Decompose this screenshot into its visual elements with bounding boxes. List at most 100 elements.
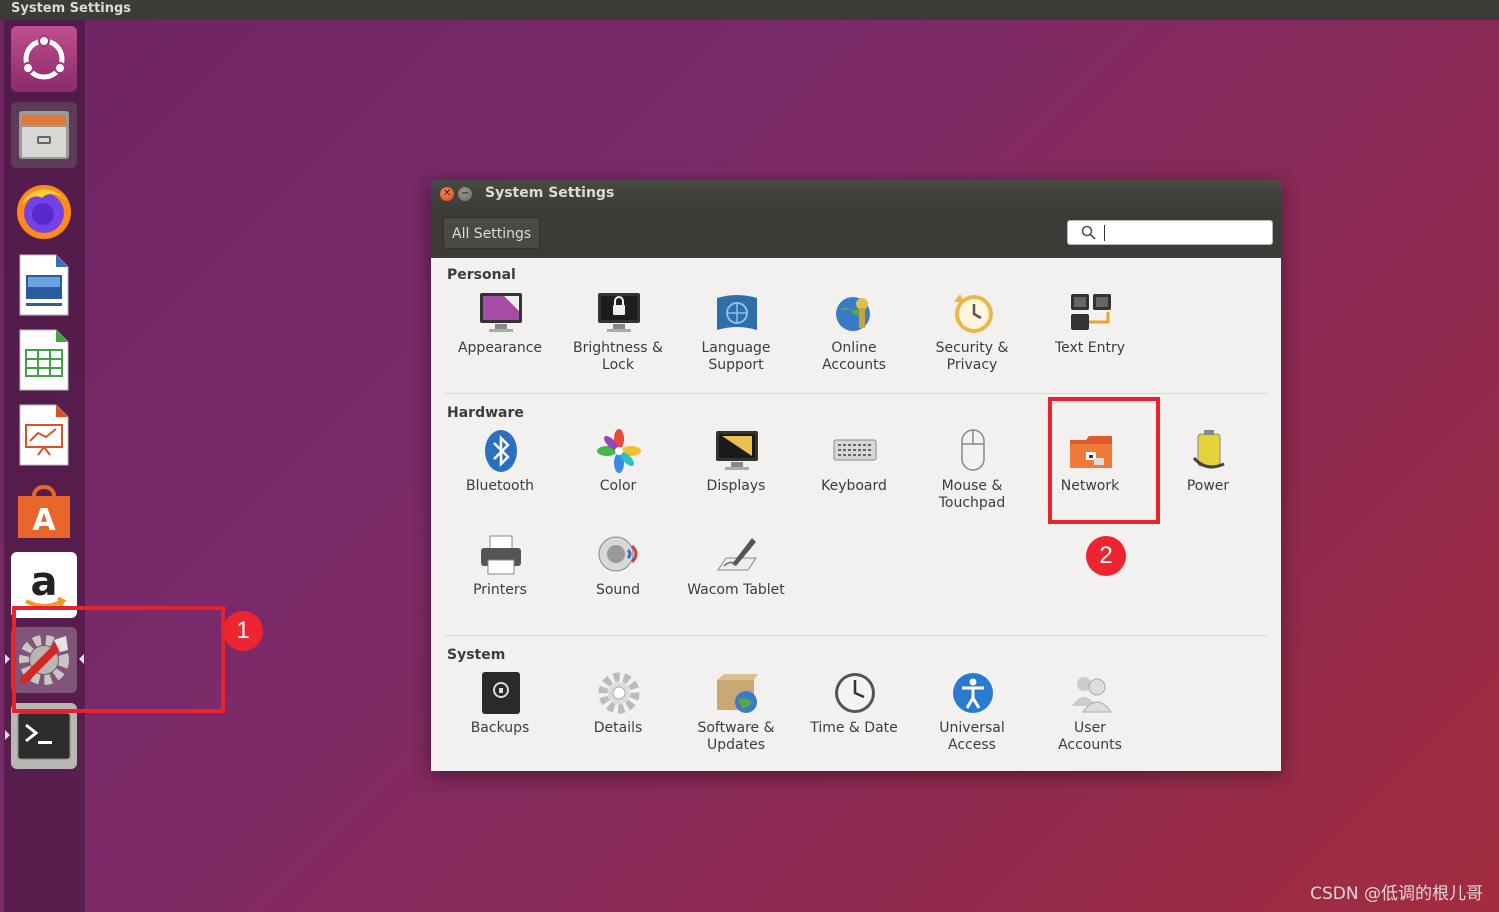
launcher-files[interactable] <box>11 102 77 168</box>
svg-text:a: a <box>31 559 58 605</box>
clock-icon <box>835 673 875 713</box>
label-line1: Color <box>599 478 637 494</box>
section-divider <box>445 635 1267 636</box>
settings-item-brightness-lock[interactable]: Brightness & Lock <box>559 290 677 386</box>
label-line2: Updates <box>707 737 765 753</box>
window-titlebar[interactable]: ✕ − System Settings <box>431 180 1281 208</box>
minimize-icon: − <box>460 188 470 199</box>
settings-item-bluetooth[interactable]: Bluetooth <box>441 428 559 524</box>
files-icon <box>19 111 69 159</box>
label-line1: Bluetooth <box>466 478 534 494</box>
top-panel: System Settings <box>0 0 1499 20</box>
launcher-impress[interactable] <box>11 402 77 468</box>
online-accounts-icon <box>836 297 870 331</box>
svg-text:A: A <box>32 503 56 538</box>
section-system-title: System <box>447 647 506 663</box>
search-input[interactable] <box>1067 220 1273 245</box>
keyboard-icon <box>833 439 877 461</box>
writer-icon <box>19 254 69 316</box>
window-title: System Settings <box>485 185 615 201</box>
settings-item-printers[interactable]: Printers <box>441 532 559 628</box>
all-settings-button[interactable]: All Settings <box>443 217 541 249</box>
label-line1: Text Entry <box>1054 340 1125 356</box>
label-line1: Sound <box>595 582 641 598</box>
settings-item-color[interactable]: Color <box>559 428 677 524</box>
displays-icon <box>716 431 758 470</box>
annotation-number-2: 2 <box>1086 536 1126 576</box>
mouse-icon <box>961 429 985 471</box>
settings-item-sound[interactable]: Sound <box>559 532 677 628</box>
settings-item-displays[interactable]: Displays <box>677 428 795 524</box>
running-indicator-left <box>5 654 10 664</box>
launcher: A a <box>4 20 86 912</box>
label-line1: Mouse & <box>941 478 1003 494</box>
calc-icon <box>19 329 69 391</box>
annotation-box-1 <box>12 606 225 713</box>
printer-icon <box>481 535 521 575</box>
label-line1: User <box>1074 720 1106 736</box>
settings-item-online-accounts[interactable]: Online Accounts <box>795 290 913 386</box>
settings-item-text-entry[interactable]: Text Entry <box>1031 290 1149 386</box>
user-accounts-icon <box>1072 677 1112 713</box>
running-indicator-left-terminal <box>5 730 10 740</box>
launcher-ubuntu-dash[interactable] <box>11 26 77 92</box>
label-line1: Time & Date <box>810 720 898 736</box>
label-line1: Brightness & <box>573 340 663 356</box>
launcher-calc[interactable] <box>11 327 77 393</box>
sound-icon <box>598 536 638 572</box>
label-line2: Lock <box>602 357 634 373</box>
label-line1: Backups <box>470 720 530 736</box>
settings-item-universal-access[interactable]: Universal Access <box>913 670 1031 766</box>
label-line1: Online <box>831 340 877 356</box>
label-line1: Appearance <box>457 340 543 356</box>
annotation-number-1: 1 <box>223 611 263 651</box>
text-caret <box>1104 225 1105 241</box>
settings-item-power[interactable]: Power <box>1149 428 1267 524</box>
settings-item-keyboard[interactable]: Keyboard <box>795 428 913 524</box>
label-line1: Software & <box>697 720 775 736</box>
settings-item-software-updates[interactable]: Software & Updates <box>677 670 795 766</box>
watermark: CSDN @低调的根儿哥 <box>1310 884 1483 904</box>
label-line1: Wacom Tablet <box>687 582 785 598</box>
language-support-icon <box>717 295 757 330</box>
settings-item-mouse-touchpad[interactable]: Mouse & Touchpad <box>913 428 1031 524</box>
window-minimize-button[interactable]: − <box>458 187 472 201</box>
launcher-firefox[interactable] <box>11 177 77 243</box>
software-updates-icon <box>717 674 758 713</box>
label-line1: Details <box>593 720 643 736</box>
settings-item-appearance[interactable]: Appearance <box>441 290 559 386</box>
wacom-tablet-icon <box>717 538 757 571</box>
label-line1: Security & <box>935 340 1009 356</box>
search-icon <box>1081 225 1096 240</box>
settings-item-details[interactable]: Details <box>559 670 677 766</box>
section-divider <box>445 393 1267 394</box>
settings-item-language-support[interactable]: Language Support <box>677 290 795 386</box>
window-close-button[interactable]: ✕ <box>440 187 454 201</box>
label-line2: Touchpad <box>938 495 1006 511</box>
section-hardware-title: Hardware <box>447 405 524 421</box>
security-privacy-icon <box>954 294 993 333</box>
appearance-icon <box>480 293 522 332</box>
label-line2: Access <box>948 737 996 753</box>
amazon-icon: a <box>25 559 67 608</box>
settings-item-time-date[interactable]: Time & Date <box>795 670 913 766</box>
label-line1: Universal <box>939 720 1005 736</box>
impress-icon <box>19 404 69 466</box>
window-toolbar: All Settings <box>431 208 1281 258</box>
label-line1: Keyboard <box>821 478 887 494</box>
close-icon: ✕ <box>442 188 452 199</box>
power-icon <box>1192 430 1225 469</box>
settings-item-security-privacy[interactable]: Security & Privacy <box>913 290 1031 386</box>
ubuntu-dash-icon <box>22 35 66 80</box>
label-line1: Printers <box>473 582 527 598</box>
label-line2: Accounts <box>822 357 886 373</box>
brightness-lock-icon <box>598 293 640 332</box>
launcher-software-center[interactable]: A <box>11 477 77 543</box>
launcher-writer[interactable] <box>11 252 77 318</box>
settings-item-wacom-tablet[interactable]: Wacom Tablet <box>677 532 795 628</box>
settings-item-user-accounts[interactable]: User Accounts <box>1031 670 1149 766</box>
software-center-icon: A <box>18 485 70 538</box>
details-icon <box>598 672 640 714</box>
settings-item-backups[interactable]: Backups <box>441 670 559 766</box>
text-entry-icon <box>1071 294 1111 330</box>
